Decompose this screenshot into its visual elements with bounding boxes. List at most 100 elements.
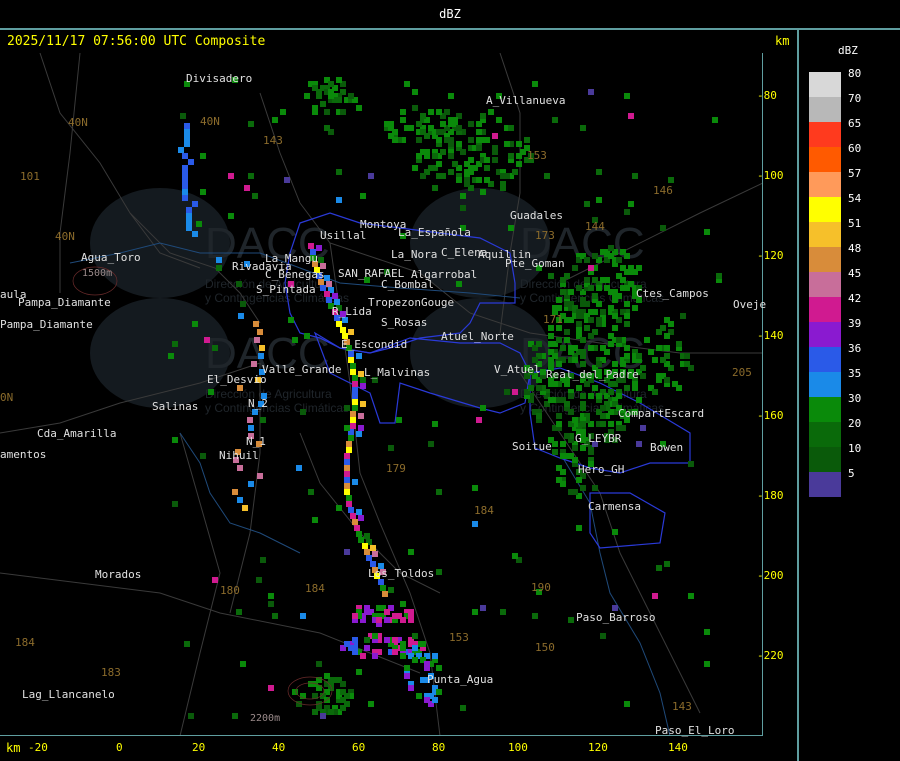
echo-cell (212, 345, 218, 351)
echo-cell (344, 549, 350, 555)
echo-cell (336, 197, 342, 203)
echo-cell (624, 345, 630, 351)
echo-cell (456, 125, 462, 131)
echo-cell (182, 165, 188, 171)
echo-cell (616, 393, 622, 399)
place-c-bombal: C_Bombal (381, 278, 434, 291)
echo-cell (592, 293, 598, 299)
echo-cell (664, 333, 670, 339)
echo-cell (624, 701, 630, 707)
y-tick: -80 (757, 89, 777, 102)
legend-label: 30 (848, 392, 862, 405)
echo-cell (200, 189, 206, 195)
echo-cell (348, 329, 354, 335)
echo-cell (608, 245, 614, 251)
echo-cell (636, 265, 642, 271)
echo-cell (564, 329, 570, 335)
terrain-label-2: 2200m (250, 713, 280, 724)
place-cda-amarilla: Cda_Amarilla (37, 427, 117, 440)
echo-cell (560, 345, 566, 351)
legend-swatch (809, 397, 841, 422)
echo-cell (364, 533, 370, 539)
echo-cell (628, 269, 634, 275)
x-tick: 20 (192, 741, 206, 754)
echo-cell (576, 309, 582, 315)
echo-cell (668, 321, 674, 327)
legend-swatch (809, 372, 841, 397)
echo-cell (584, 325, 590, 331)
echo-cell (192, 201, 198, 207)
echo-cell (204, 337, 210, 343)
echo-cell (304, 333, 310, 339)
echo-cell (684, 361, 690, 367)
echo-cell (184, 129, 190, 135)
echo-cell (370, 545, 376, 551)
echo-cell (400, 601, 406, 607)
echo-cell (444, 109, 450, 115)
echo-cell (624, 285, 630, 291)
echo-cell (532, 613, 538, 619)
echo-cell (400, 653, 406, 659)
echo-cell (592, 485, 598, 491)
y-tick: -160 (757, 409, 784, 422)
echo-cell (640, 365, 646, 371)
echo-cell (400, 645, 406, 651)
echo-cell (556, 305, 562, 311)
echo-cell (552, 353, 558, 359)
echo-cell (316, 245, 322, 251)
place-bowen: Bowen (650, 441, 684, 454)
echo-cell (400, 617, 406, 623)
echo-cell (476, 145, 482, 151)
echo-cell (316, 661, 322, 667)
place-los-toldos: Los_Toldos (368, 567, 435, 580)
echo-cell (640, 425, 646, 431)
echo-cell (308, 489, 314, 495)
echo-cell (456, 281, 462, 287)
echo-cell (384, 609, 390, 615)
echo-cell (352, 649, 358, 655)
echo-cell (484, 165, 490, 171)
echo-cell (480, 405, 486, 411)
echo-cell (360, 653, 366, 659)
echo-cell (492, 157, 498, 163)
legend-swatch (809, 322, 841, 347)
echo-cell (480, 113, 486, 119)
echo-cell (596, 285, 602, 291)
echo-cell (368, 173, 374, 179)
echo-cell (336, 77, 342, 83)
echo-cell (412, 105, 418, 111)
echo-cell (552, 441, 558, 447)
echo-cell (652, 389, 658, 395)
echo-cell (608, 381, 614, 387)
echo-cell (308, 243, 314, 249)
route-number: 153 (527, 149, 547, 162)
echo-cell (182, 183, 188, 189)
echo-cell (352, 387, 358, 393)
route-number: 143 (263, 134, 283, 147)
echo-cell (472, 609, 478, 615)
x-tick: 40 (272, 741, 286, 754)
echo-cell (588, 285, 594, 291)
place-s-pintada: S_Pintada (256, 283, 316, 296)
echo-cell (584, 301, 590, 307)
echo-cell (428, 441, 434, 447)
radar-map[interactable]: DACC DACC DACC DACC Dirección de Agricul… (0, 53, 763, 736)
place-salinas: Salinas (152, 400, 199, 413)
echo-cell (460, 149, 466, 155)
echo-cell (212, 577, 218, 583)
echo-cell (712, 117, 718, 123)
echo-cell (580, 337, 586, 343)
echo-cell (350, 369, 356, 375)
echo-cell (560, 453, 566, 459)
echo-cell (428, 125, 434, 131)
echo-cell (420, 677, 426, 683)
echo-cell (556, 361, 562, 367)
echo-cell (216, 265, 222, 271)
echo-cell (348, 435, 354, 441)
echo-cell (612, 361, 618, 367)
legend-label: 48 (848, 242, 862, 255)
echo-cell (468, 165, 474, 171)
echo-cell (208, 389, 214, 395)
echo-cell (632, 305, 638, 311)
legend-swatch (809, 122, 841, 147)
